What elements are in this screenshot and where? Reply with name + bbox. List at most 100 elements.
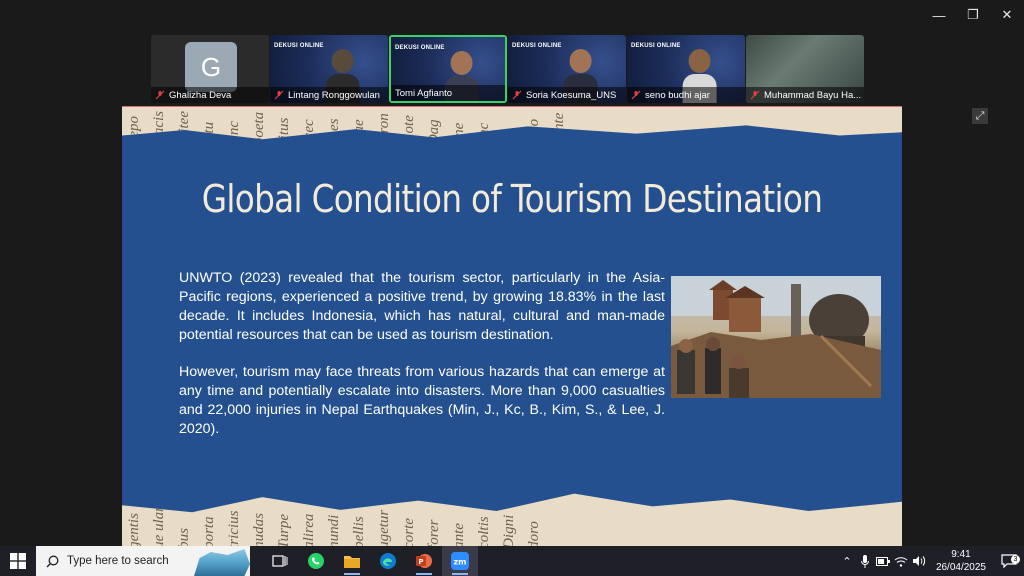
notification-count: 3: [1011, 555, 1020, 564]
paper-word: bitu: [201, 121, 217, 146]
taskbar: Type here to search P zm ⌃ 9:41 26/04/20…: [0, 546, 1024, 576]
participant-name-bar: Lintang Ronggowulan: [270, 87, 388, 103]
paper-texture-top: Sepo iracis rvitee bitu sinc poeta ritus scec en…: [122, 107, 902, 146]
paper-word: gente: [551, 112, 567, 146]
participant-name: Muhammad Bayu Ha...: [764, 89, 862, 101]
paper-word: nundi: [326, 514, 342, 547]
start-button[interactable]: [0, 546, 36, 576]
zoom-button[interactable]: zm: [442, 546, 478, 576]
paper-word: tricius: [226, 510, 242, 547]
window-controls: — ❐ ✕: [922, 0, 1024, 30]
paper-word: Dag: [426, 119, 442, 146]
paper-word: forer: [426, 519, 442, 547]
file-explorer-button[interactable]: [334, 546, 370, 576]
battery-icon[interactable]: [874, 556, 892, 566]
participant-tile-active[interactable]: DEKUSI ONLINE Tomi Agfianto: [389, 35, 507, 103]
clock-time: 9:41: [951, 549, 971, 560]
paper-word: nudas: [251, 513, 267, 547]
paper-word: iracis: [151, 111, 167, 146]
volume-icon[interactable]: [910, 555, 928, 567]
task-view-icon: [272, 555, 288, 567]
participant-name: seno budhi ajar: [645, 89, 710, 101]
paper-word: gentis: [126, 513, 142, 547]
system-tray: ⌃ 9:41 26/04/2025 3: [838, 546, 1024, 576]
edge-icon: [380, 553, 396, 569]
paper-word: tine: [451, 122, 467, 146]
paper-word: sinc: [226, 121, 242, 146]
participant-tile[interactable]: Muhammad Bayu Ha...: [746, 35, 864, 103]
edge-button[interactable]: [370, 546, 406, 576]
svg-text:P: P: [418, 558, 423, 566]
close-button[interactable]: ✕: [990, 0, 1024, 30]
powerpoint-button[interactable]: P: [406, 546, 442, 576]
mic-muted-icon: [631, 90, 641, 100]
whatsapp-icon: [308, 553, 324, 569]
background-brand: DEKUSI ONLINE: [395, 45, 445, 51]
paper-word: rvitee: [176, 111, 192, 146]
mic-muted-icon: [512, 90, 522, 100]
shared-slide: Sepo iracis rvitee bitu sinc poeta ritus scec en…: [122, 106, 902, 547]
restore-button[interactable]: ❐: [956, 0, 990, 30]
participant-name-bar: seno budhi ajar: [627, 87, 745, 103]
chevron-up-icon[interactable]: ⌃: [838, 555, 856, 568]
paper-word: scec: [301, 119, 317, 146]
slide-paragraph: However, tourism may face threats from v…: [179, 364, 665, 437]
paper-word: Turpe: [276, 513, 292, 547]
taskbar-clock[interactable]: 9:41 26/04/2025: [928, 548, 994, 574]
folder-icon: [344, 556, 360, 568]
paper-word: tinc: [476, 122, 492, 146]
paper-word: Sepo: [126, 116, 142, 146]
paper-word: foron: [376, 113, 392, 146]
paper-word: corte: [401, 518, 417, 547]
paper-word: doro: [526, 521, 542, 547]
paper-word: poeta: [251, 111, 267, 146]
participant-tile[interactable]: DEKUSI ONLINE Lintang Ronggowulan: [270, 35, 388, 103]
paper-word: ante: [451, 523, 467, 547]
mic-muted-icon: [750, 90, 760, 100]
paper-word: porta: [201, 516, 217, 547]
participant-tile[interactable]: DEKUSI ONLINE Soria Koesuma_UNS: [508, 35, 626, 103]
participant-name: Lintang Ronggowulan: [288, 89, 380, 101]
mic-muted-icon: [274, 90, 284, 100]
clock-date: 26/04/2025: [935, 562, 986, 573]
background-brand: DEKUSI ONLINE: [512, 43, 562, 49]
paper-word: diote: [401, 115, 417, 146]
paper-word: fic: [501, 130, 517, 146]
wifi-icon[interactable]: [892, 556, 910, 567]
participant-name: Tomi Agfianto: [395, 87, 453, 99]
participant-tile[interactable]: DEKUSI ONLINE seno budhi ajar: [627, 35, 745, 103]
microphone-icon[interactable]: [856, 554, 874, 568]
participant-name-bar: Muhammad Bayu Ha...: [746, 87, 864, 103]
participant-name: Ghalizha Deva: [169, 89, 232, 101]
earthquake-photo: [671, 276, 881, 398]
notification-button[interactable]: 3: [994, 554, 1024, 568]
participant-name-bar: Ghalizha Deva: [151, 87, 269, 103]
zoom-icon: zm: [451, 552, 469, 570]
minimize-button[interactable]: —: [922, 0, 956, 30]
search-icon: [46, 555, 59, 567]
paper-word: m to: [526, 118, 542, 146]
participant-tile[interactable]: G Ghalizha Deva: [151, 35, 269, 103]
paper-word: ritus: [276, 117, 292, 146]
taskbar-search[interactable]: Type here to search: [36, 546, 250, 576]
fullscreen-icon[interactable]: ⤢: [972, 108, 988, 124]
whatsapp-button[interactable]: [298, 546, 334, 576]
task-view-button[interactable]: [262, 546, 298, 576]
paper-word: pellis: [351, 516, 367, 547]
participant-name: Soria Koesuma_UNS: [526, 89, 617, 101]
participant-strip: G Ghalizha Deva DEKUSI ONLINE Lintang Ro…: [151, 35, 864, 103]
search-placeholder: Type here to search: [67, 555, 169, 567]
paper-word: bus: [176, 528, 192, 547]
paper-word: ugetur: [376, 509, 392, 547]
powerpoint-icon: P: [416, 554, 432, 568]
paper-word: niae: [351, 119, 367, 146]
paper-word: alirea: [301, 513, 317, 547]
participant-name-bar: Tomi Agfianto: [391, 85, 505, 101]
mic-muted-icon: [155, 90, 165, 100]
background-brand: DEKUSI ONLINE: [274, 43, 324, 49]
search-highlight-art: [194, 549, 250, 576]
slide-title: Global Condition of Tourism Destination: [201, 177, 823, 221]
svg-text:zm: zm: [454, 558, 467, 567]
avatar: G: [185, 42, 237, 92]
participant-name-bar: Soria Koesuma_UNS: [508, 87, 626, 103]
